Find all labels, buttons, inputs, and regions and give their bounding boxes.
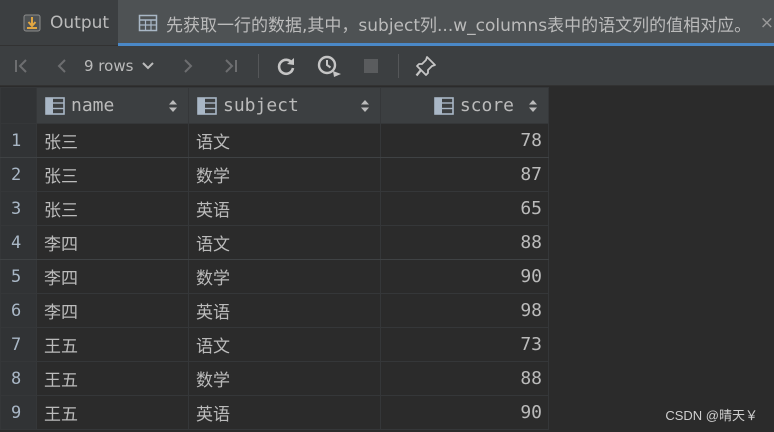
column-icon	[45, 97, 65, 115]
toolbar-separator	[398, 54, 399, 78]
cell-subject[interactable]: 数学	[188, 157, 381, 192]
cell-score[interactable]: 90	[380, 259, 549, 294]
row-number[interactable]: 6	[0, 293, 37, 328]
pin-button[interactable]	[413, 54, 439, 78]
grid-corner	[0, 87, 37, 124]
result-toolbar: 9 rows	[0, 46, 774, 86]
chevron-down-icon	[142, 62, 155, 70]
table-icon	[138, 14, 158, 32]
stop-button[interactable]	[359, 54, 383, 78]
row-number[interactable]: 5	[0, 259, 37, 294]
refresh-button[interactable]	[273, 54, 299, 78]
pin-icon	[415, 56, 436, 77]
watermark: CSDN @晴天￥	[665, 408, 758, 423]
table-row[interactable]: 4 李四 语文 88	[0, 225, 549, 260]
grid-header-row: name subject score	[0, 87, 549, 124]
rows-count-label: 9 rows	[84, 57, 134, 75]
tab-output[interactable]: Output	[0, 0, 118, 46]
cell-subject[interactable]: 英语	[188, 395, 381, 430]
cell-name[interactable]: 李四	[36, 225, 189, 260]
next-page-icon	[184, 59, 193, 73]
cell-score[interactable]: 78	[380, 123, 549, 158]
cell-name[interactable]: 王五	[36, 395, 189, 430]
table-row[interactable]: 8 王五 数学 88	[0, 361, 549, 396]
column-header-score[interactable]: score	[380, 87, 549, 124]
row-number[interactable]: 8	[0, 361, 37, 396]
previous-page-icon	[57, 59, 66, 73]
cell-name[interactable]: 王五	[36, 361, 189, 396]
tab-output-label: Output	[50, 13, 110, 33]
rows-count-dropdown[interactable]: 9 rows	[84, 54, 155, 78]
output-icon	[23, 14, 41, 32]
cell-subject[interactable]: 数学	[188, 259, 381, 294]
table-row[interactable]: 2 张三 数学 87	[0, 157, 549, 192]
cell-score[interactable]: 87	[380, 157, 549, 192]
row-number[interactable]: 2	[0, 157, 37, 192]
row-number[interactable]: 4	[0, 225, 37, 260]
previous-page-button[interactable]	[50, 54, 74, 78]
cell-name[interactable]: 张三	[36, 157, 189, 192]
column-header-label: name	[71, 95, 115, 116]
column-icon	[197, 97, 217, 115]
table-row[interactable]: 1 张三 语文 78	[0, 123, 549, 158]
tab-query-result-title: 先获取一行的数据,其中，subject列...w_columns表中的语文列的值…	[166, 15, 752, 36]
cell-subject[interactable]: 英语	[188, 191, 381, 226]
column-header-label: score	[459, 95, 514, 116]
toolbar-separator	[258, 54, 259, 78]
cell-name[interactable]: 张三	[36, 191, 189, 226]
row-number[interactable]: 7	[0, 327, 37, 362]
column-header-name[interactable]: name	[36, 87, 189, 124]
column-icon	[434, 97, 454, 115]
cell-name[interactable]: 张三	[36, 123, 189, 158]
cell-subject[interactable]: 语文	[188, 225, 381, 260]
history-icon	[317, 55, 341, 77]
cell-subject[interactable]: 语文	[188, 123, 381, 158]
cell-score[interactable]: 88	[380, 225, 549, 260]
cell-subject[interactable]: 数学	[188, 361, 381, 396]
last-page-button[interactable]	[218, 54, 242, 78]
table-row[interactable]: 9 王五 英语 90	[0, 395, 549, 430]
table-row[interactable]: 7 王五 语文 73	[0, 327, 549, 362]
cell-score[interactable]: 98	[380, 293, 549, 328]
tab-bar: Output 先获取一行的数据,其中，subject列...w_columns表…	[0, 0, 774, 46]
next-page-button[interactable]	[176, 54, 200, 78]
sort-icon[interactable]	[168, 99, 178, 113]
cell-name[interactable]: 王五	[36, 327, 189, 362]
history-button[interactable]	[315, 54, 343, 78]
database-console-window: Output 先获取一行的数据,其中，subject列...w_columns表…	[0, 0, 774, 432]
refresh-icon	[277, 58, 295, 76]
result-grid: name subject score 1 张三 语文 78 2 张三 数学 87…	[0, 87, 549, 430]
cell-subject[interactable]: 英语	[188, 293, 381, 328]
row-number[interactable]: 1	[0, 123, 37, 158]
cell-name[interactable]: 李四	[36, 293, 189, 328]
table-row[interactable]: 3 张三 英语 65	[0, 191, 549, 226]
cell-score[interactable]: 88	[380, 361, 549, 396]
column-header-label: subject	[223, 95, 299, 116]
sort-icon[interactable]	[360, 99, 370, 113]
tab-query-result[interactable]: 先获取一行的数据,其中，subject列...w_columns表中的语文列的值…	[118, 0, 774, 46]
cell-subject[interactable]: 语文	[188, 327, 381, 362]
row-number[interactable]: 9	[0, 395, 37, 430]
first-page-icon	[15, 59, 27, 73]
cell-name[interactable]: 李四	[36, 259, 189, 294]
close-icon[interactable]: ×	[760, 13, 774, 33]
row-number[interactable]: 3	[0, 191, 37, 226]
first-page-button[interactable]	[10, 54, 34, 78]
column-header-subject[interactable]: subject	[188, 87, 381, 124]
cell-score[interactable]: 90	[380, 395, 549, 430]
table-row[interactable]: 6 李四 英语 98	[0, 293, 549, 328]
cell-score[interactable]: 73	[380, 327, 549, 362]
sort-icon[interactable]	[528, 99, 538, 113]
table-row[interactable]: 5 李四 数学 90	[0, 259, 549, 294]
last-page-icon	[225, 59, 237, 73]
cell-score[interactable]: 65	[380, 191, 549, 226]
stop-icon	[364, 59, 378, 73]
